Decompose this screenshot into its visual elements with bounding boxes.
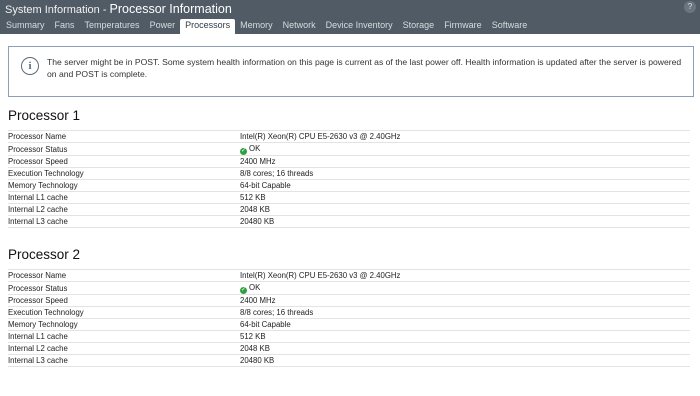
processor-1-title: Processor 1 <box>8 108 81 123</box>
row-label: Execution Technology <box>8 169 84 178</box>
row-value: 8/8 cores; 16 threads <box>240 308 314 317</box>
tab-temperatures[interactable]: Temperatures <box>80 19 145 34</box>
status-cell: ✓ OK <box>240 143 690 156</box>
row-value: 8/8 cores; 16 threads <box>240 169 314 178</box>
table-row: Internal L2 cache 2048 KB <box>8 343 690 355</box>
table-row: Internal L2 cache 2048 KB <box>8 204 690 216</box>
table-row: Internal L3 cache 20480 KB <box>8 216 690 228</box>
status-cell: ✓ OK <box>240 282 690 295</box>
row-value: 64-bit Capable <box>240 181 291 190</box>
post-notice-banner: i The server might be in POST. Some syst… <box>8 46 694 97</box>
info-icon: i <box>21 57 39 75</box>
table-row: Processor Name Intel(R) Xeon(R) CPU E5-26… <box>8 269 690 282</box>
app-header: System Information - Processor Informati… <box>0 0 700 34</box>
page-title: Processor Information <box>109 2 232 16</box>
row-label: Processor Name <box>8 132 67 141</box>
row-label: Processor Name <box>8 271 67 280</box>
check-circle-icon: ✓ <box>240 287 247 294</box>
row-value: 2048 KB <box>240 205 270 214</box>
row-value: 2400 MHz <box>240 157 276 166</box>
row-label: Internal L2 cache <box>8 344 68 353</box>
row-label: Execution Technology <box>8 308 84 317</box>
row-value: Intel(R) Xeon(R) CPU E5-2630 v3 @ 2.40GH… <box>240 271 401 280</box>
tab-processors[interactable]: Processors <box>180 19 236 34</box>
table-row: Memory Technology 64-bit Capable <box>8 180 690 192</box>
row-label: Processor Status <box>8 283 68 293</box>
row-value: 2048 KB <box>240 344 270 353</box>
section-title: System Information <box>5 4 100 16</box>
row-label: Memory Technology <box>8 320 78 329</box>
table-row: Execution Technology 8/8 cores; 16 thread… <box>8 168 690 180</box>
table-row: Internal L3 cache 20480 KB <box>8 355 690 367</box>
table-row: Internal L1 cache 512 KB <box>8 331 690 343</box>
row-value: 20480 KB <box>240 356 275 365</box>
row-label: Internal L1 cache <box>8 332 68 341</box>
title-bar: System Information - Processor Informati… <box>0 0 700 19</box>
row-value: 512 KB <box>240 332 266 341</box>
table-row: Processor Status ✓ OK <box>8 282 690 295</box>
row-label: Internal L1 cache <box>8 193 68 202</box>
status-value: OK <box>249 144 261 153</box>
processor-2-title: Processor 2 <box>8 247 81 262</box>
table-row: Memory Technology 64-bit Capable <box>8 319 690 331</box>
row-value: 20480 KB <box>240 217 275 226</box>
row-value: Intel(R) Xeon(R) CPU E5-2630 v3 @ 2.40GH… <box>240 132 401 141</box>
title-separator: - <box>99 4 110 16</box>
tab-bar: Summary Fans Temperatures Power Processo… <box>0 19 700 34</box>
row-label: Internal L2 cache <box>8 205 68 214</box>
tab-software[interactable]: Software <box>487 19 533 34</box>
row-label: Internal L3 cache <box>8 356 68 365</box>
row-value: 512 KB <box>240 193 266 202</box>
tab-fans[interactable]: Fans <box>50 19 80 34</box>
check-circle-icon: ✓ <box>240 148 247 155</box>
tab-memory[interactable]: Memory <box>235 19 278 34</box>
tab-firmware[interactable]: Firmware <box>439 19 487 34</box>
row-value: 2400 MHz <box>240 296 276 305</box>
processor-2-table: Processor Name Intel(R) Xeon(R) CPU E5-26… <box>8 269 690 367</box>
tab-power[interactable]: Power <box>145 19 181 34</box>
table-row: Processor Speed 2400 MHz <box>8 156 690 168</box>
row-value: 64-bit Capable <box>240 320 291 329</box>
tab-storage[interactable]: Storage <box>398 19 440 34</box>
row-label: Processor Speed <box>8 157 68 166</box>
tab-network[interactable]: Network <box>278 19 321 34</box>
table-row: Internal L1 cache 512 KB <box>8 192 690 204</box>
row-label: Processor Status <box>8 144 68 154</box>
processor-1-table: Processor Name Intel(R) Xeon(R) CPU E5-26… <box>8 130 690 228</box>
tab-device-inventory[interactable]: Device Inventory <box>321 19 398 34</box>
row-label: Memory Technology <box>8 181 78 190</box>
notice-text: The server might be in POST. Some system… <box>47 57 682 79</box>
help-icon[interactable]: ? <box>684 1 696 13</box>
tab-summary[interactable]: Summary <box>6 19 50 34</box>
table-row: Processor Name Intel(R) Xeon(R) CPU E5-26… <box>8 130 690 143</box>
table-row: Processor Speed 2400 MHz <box>8 295 690 307</box>
table-row: Processor Status ✓ OK <box>8 143 690 156</box>
row-label: Internal L3 cache <box>8 217 68 226</box>
table-row: Execution Technology 8/8 cores; 16 thread… <box>8 307 690 319</box>
row-label: Processor Speed <box>8 296 68 305</box>
status-value: OK <box>249 283 261 292</box>
